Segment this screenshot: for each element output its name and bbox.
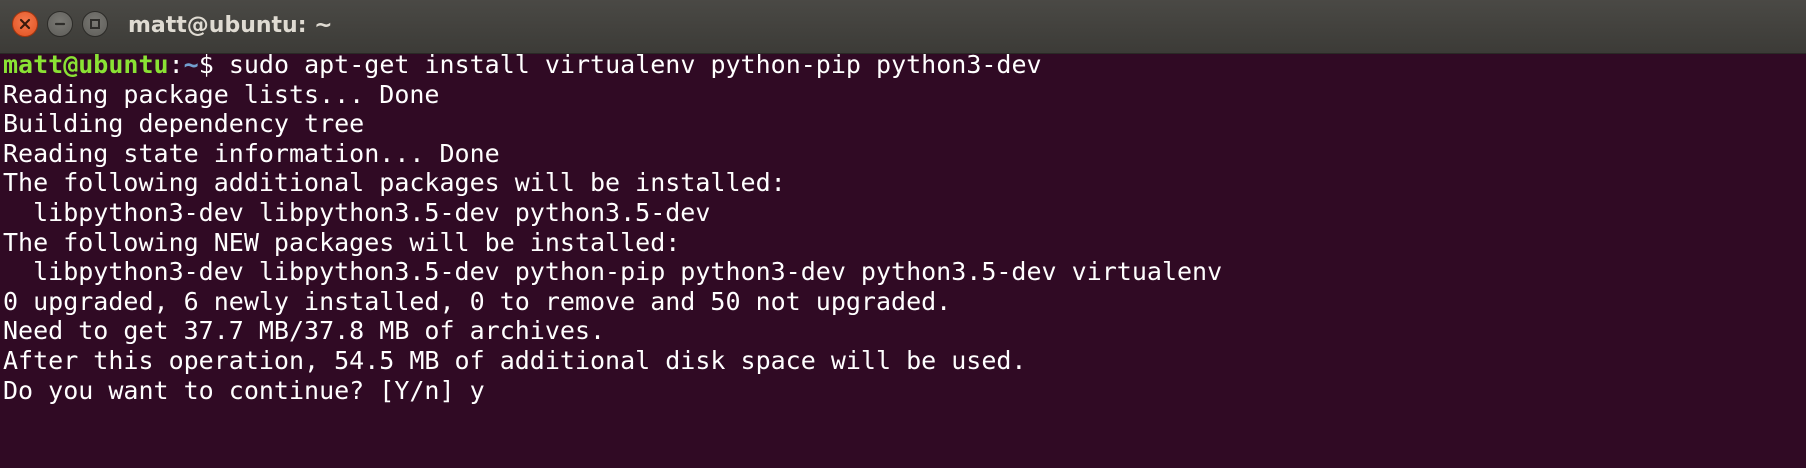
minimize-button[interactable] <box>47 11 73 37</box>
terminal-window: matt@ubuntu: ~ matt@ubuntu:~$ sudo apt-g… <box>0 0 1806 468</box>
minimize-icon <box>54 22 66 26</box>
output-line: The following additional packages will b… <box>3 168 786 198</box>
output-line: Reading state information... Done <box>3 138 500 168</box>
output-line: Need to get 37.7 MB/37.8 MB of archives. <box>3 316 606 346</box>
output-line: Reading package lists... Done <box>3 79 440 109</box>
command-text: sudo apt-get install virtualenv python-p… <box>228 50 1042 79</box>
output-line: The following NEW packages will be insta… <box>3 227 681 257</box>
title-bar[interactable]: matt@ubuntu: ~ <box>0 0 1806 54</box>
prompt-separator: : <box>168 50 184 79</box>
maximize-icon <box>90 19 100 29</box>
close-icon <box>19 18 31 30</box>
command-line: matt@ubuntu:~$ sudo apt-get install virt… <box>3 50 1803 80</box>
output-line: libpython3-dev libpython3.5-dev python3.… <box>3 197 711 227</box>
output-line: libpython3-dev libpython3.5-dev python-p… <box>3 257 1223 287</box>
window-title: matt@ubuntu: ~ <box>128 13 333 38</box>
prompt-path: ~ <box>183 50 199 79</box>
output-line: 0 upgraded, 6 newly installed, 0 to remo… <box>3 286 952 316</box>
output-line: Building dependency tree <box>3 109 365 139</box>
prompt-user-host: matt@ubuntu <box>3 50 169 79</box>
output-line: Do you want to continue? [Y/n] y <box>3 375 485 405</box>
output-line: After this operation, 54.5 MB of additio… <box>3 345 1027 375</box>
terminal-output[interactable]: matt@ubuntu:~$ sudo apt-get install virt… <box>3 50 1803 468</box>
prompt-symbol: $ <box>198 50 229 79</box>
maximize-button[interactable] <box>82 11 108 37</box>
close-button[interactable] <box>12 11 38 37</box>
